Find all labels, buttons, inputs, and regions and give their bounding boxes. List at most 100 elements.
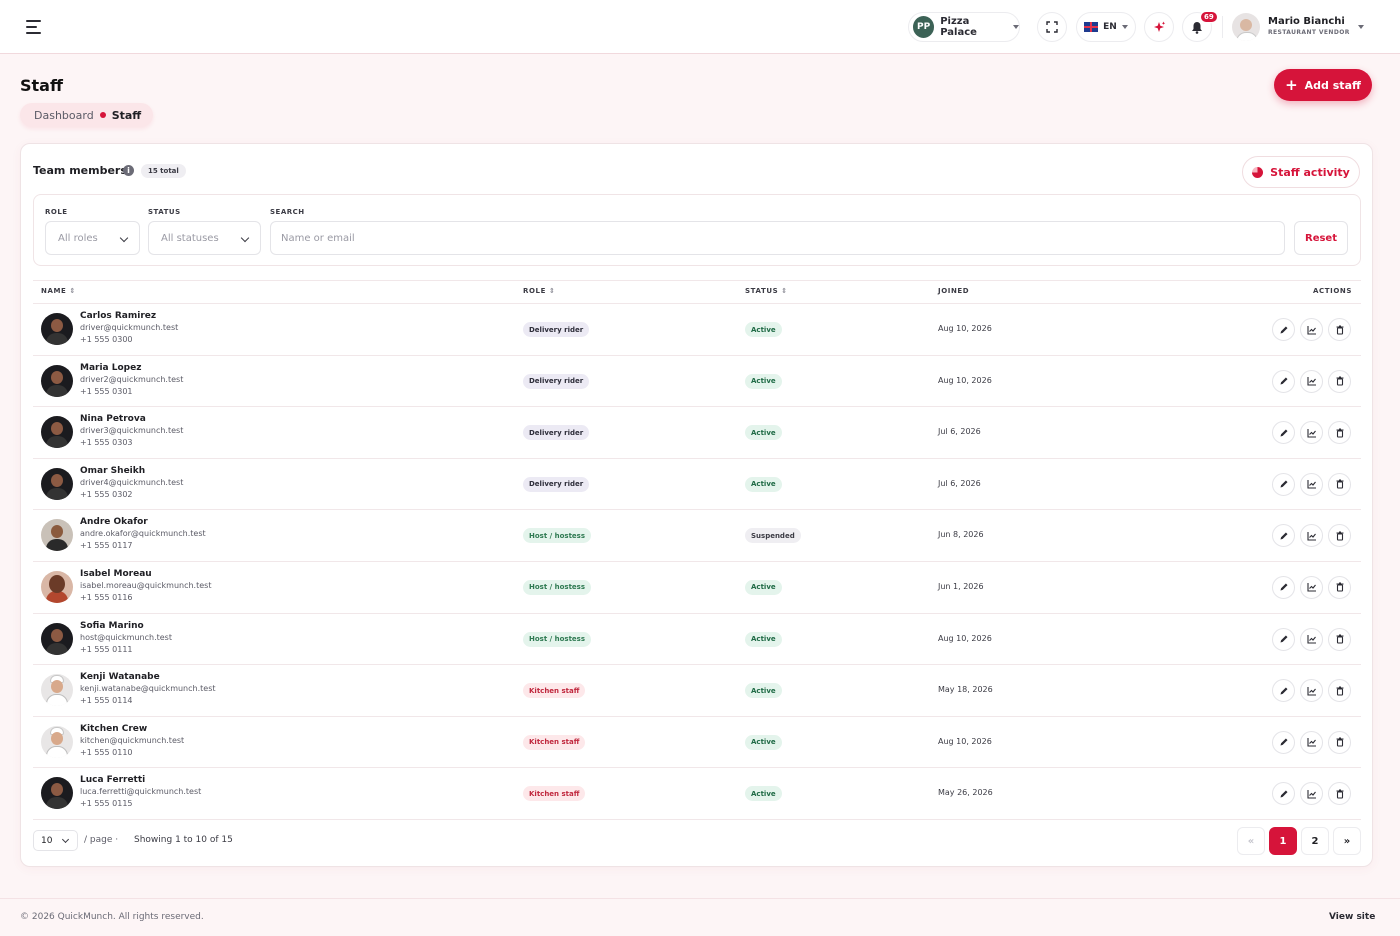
delete-button[interactable] bbox=[1328, 782, 1351, 806]
restaurant-avatar: PP bbox=[913, 16, 935, 38]
edit-button[interactable] bbox=[1272, 679, 1295, 703]
page-2-button[interactable]: 2 bbox=[1301, 827, 1329, 855]
search-input[interactable] bbox=[270, 221, 1285, 255]
edit-button[interactable] bbox=[1272, 575, 1295, 599]
edit-button[interactable] bbox=[1272, 369, 1295, 393]
activity-button[interactable] bbox=[1300, 421, 1323, 445]
chevron-down-icon bbox=[61, 835, 70, 844]
table-row: Nina Petrova driver3@quickmunch.test +1 55… bbox=[33, 407, 1361, 459]
staff-name: Kenji Watanabe bbox=[80, 672, 160, 683]
delete-button[interactable] bbox=[1328, 679, 1351, 703]
staff-phone: +1 555 0115 bbox=[80, 799, 133, 809]
fullscreen-icon bbox=[1046, 21, 1058, 33]
staff-activity-label: Staff activity bbox=[1270, 165, 1350, 179]
activity-button[interactable] bbox=[1300, 472, 1323, 496]
info-icon[interactable]: i bbox=[123, 165, 134, 176]
trash-icon bbox=[1336, 428, 1343, 438]
per-page-select[interactable]: 10 bbox=[33, 830, 78, 851]
status-badge: Active bbox=[745, 683, 782, 699]
edit-button[interactable] bbox=[1272, 627, 1295, 651]
staff-identity: Maria Lopez driver2@quickmunch.test +1 555… bbox=[80, 362, 183, 398]
staff-email: driver@quickmunch.test bbox=[80, 323, 179, 332]
table-row: Luca Ferretti luca.ferretti@quickmunch.te… bbox=[33, 768, 1361, 820]
table-row: Isabel Moreau isabel.moreau@quickmunch.te… bbox=[33, 562, 1361, 614]
delete-button[interactable] bbox=[1328, 730, 1351, 754]
column-actions: ACTIONS bbox=[1313, 287, 1352, 295]
joined-date: Aug 10, 2026 bbox=[938, 375, 992, 385]
trash-icon bbox=[1336, 789, 1343, 799]
staff-phone: +1 555 0300 bbox=[80, 335, 133, 344]
page-1-button[interactable]: 1 bbox=[1269, 827, 1297, 855]
delete-button[interactable] bbox=[1328, 524, 1351, 548]
column-name[interactable]: NAME ⇕ bbox=[41, 287, 76, 295]
activity-button[interactable] bbox=[1300, 730, 1323, 754]
delete-button[interactable] bbox=[1328, 421, 1351, 445]
edit-button[interactable] bbox=[1272, 730, 1295, 754]
ai-assistant-button[interactable] bbox=[1144, 12, 1174, 42]
delete-button[interactable] bbox=[1328, 575, 1351, 599]
edit-button[interactable] bbox=[1272, 782, 1295, 806]
chart-line-icon bbox=[1306, 583, 1316, 593]
card-title: Team members bbox=[33, 164, 127, 177]
language-switcher[interactable]: EN bbox=[1076, 12, 1136, 42]
edit-button[interactable] bbox=[1272, 524, 1295, 548]
showing-range: Showing 1 to 10 of 15 bbox=[134, 835, 233, 845]
delete-button[interactable] bbox=[1328, 318, 1351, 341]
staff-activity-button[interactable]: Staff activity bbox=[1242, 156, 1360, 188]
edit-button[interactable] bbox=[1272, 421, 1295, 445]
reset-button[interactable]: Reset bbox=[1294, 221, 1348, 255]
avatar bbox=[41, 519, 73, 552]
staff-phone: +1 555 0111 bbox=[80, 644, 133, 654]
column-status[interactable]: STATUS ⇕ bbox=[745, 287, 788, 295]
delete-button[interactable] bbox=[1328, 627, 1351, 651]
column-role[interactable]: ROLE ⇕ bbox=[523, 287, 555, 295]
column-name-label: NAME bbox=[41, 287, 67, 295]
sparkle-icon bbox=[1153, 21, 1165, 32]
delete-button[interactable] bbox=[1328, 369, 1351, 393]
trash-icon bbox=[1336, 686, 1343, 696]
activity-button[interactable] bbox=[1300, 524, 1323, 548]
activity-button[interactable] bbox=[1300, 575, 1323, 599]
role-badge: Delivery rider bbox=[523, 373, 590, 389]
staff-name: Carlos Ramirez bbox=[80, 311, 157, 321]
edit-button[interactable] bbox=[1272, 472, 1295, 496]
prev-page-button[interactable]: « bbox=[1237, 827, 1265, 855]
joined-date: Jun 8, 2026 bbox=[938, 530, 984, 540]
activity-button[interactable] bbox=[1300, 679, 1323, 703]
chevron-down-icon bbox=[119, 233, 129, 243]
bell-icon bbox=[1192, 21, 1202, 34]
activity-button[interactable] bbox=[1300, 369, 1323, 393]
user-menu[interactable]: Mario Bianchi RESTAURANT VENDOR bbox=[1232, 11, 1372, 43]
joined-date: Aug 10, 2026 bbox=[938, 633, 992, 643]
menu-icon[interactable] bbox=[26, 20, 43, 34]
role-badge: Delivery rider bbox=[523, 476, 590, 492]
activity-button[interactable] bbox=[1300, 627, 1323, 651]
filter-panel: ROLE All roles STATUS All statuses SEARC… bbox=[33, 194, 1361, 266]
role-select[interactable]: All roles bbox=[45, 221, 140, 255]
staff-email: kenji.watanabe@quickmunch.test bbox=[80, 684, 216, 694]
delete-button[interactable] bbox=[1328, 472, 1351, 496]
avatar bbox=[41, 313, 73, 345]
joined-date: Aug 10, 2026 bbox=[938, 324, 992, 333]
copyright: © 2026 QuickMunch. All rights reserved. bbox=[20, 912, 204, 922]
view-site-link[interactable]: View site bbox=[1329, 912, 1375, 922]
breadcrumb-dashboard[interactable]: Dashboard bbox=[34, 109, 94, 122]
add-staff-button[interactable]: + Add staff bbox=[1274, 69, 1372, 101]
avatar bbox=[41, 622, 73, 655]
staff-email: host@quickmunch.test bbox=[80, 632, 172, 642]
activity-button[interactable] bbox=[1300, 782, 1323, 806]
fullscreen-button[interactable] bbox=[1037, 12, 1067, 42]
sort-icon: ⇕ bbox=[781, 287, 788, 295]
breadcrumb-separator bbox=[99, 112, 106, 118]
pencil-icon bbox=[1280, 429, 1287, 437]
role-badge: Kitchen staff bbox=[523, 786, 586, 802]
next-page-button[interactable]: » bbox=[1333, 827, 1361, 855]
chevron-down-icon bbox=[240, 233, 250, 243]
joined-date: May 26, 2026 bbox=[938, 788, 993, 798]
restaurant-switcher[interactable]: PP Pizza Palace bbox=[908, 12, 1020, 42]
status-select[interactable]: All statuses bbox=[148, 221, 261, 255]
table-row: Kitchen Crew kitchen@quickmunch.test +1 55… bbox=[33, 717, 1361, 769]
activity-button[interactable] bbox=[1300, 318, 1323, 341]
edit-button[interactable] bbox=[1272, 318, 1295, 341]
status-badge: Active bbox=[745, 631, 782, 647]
